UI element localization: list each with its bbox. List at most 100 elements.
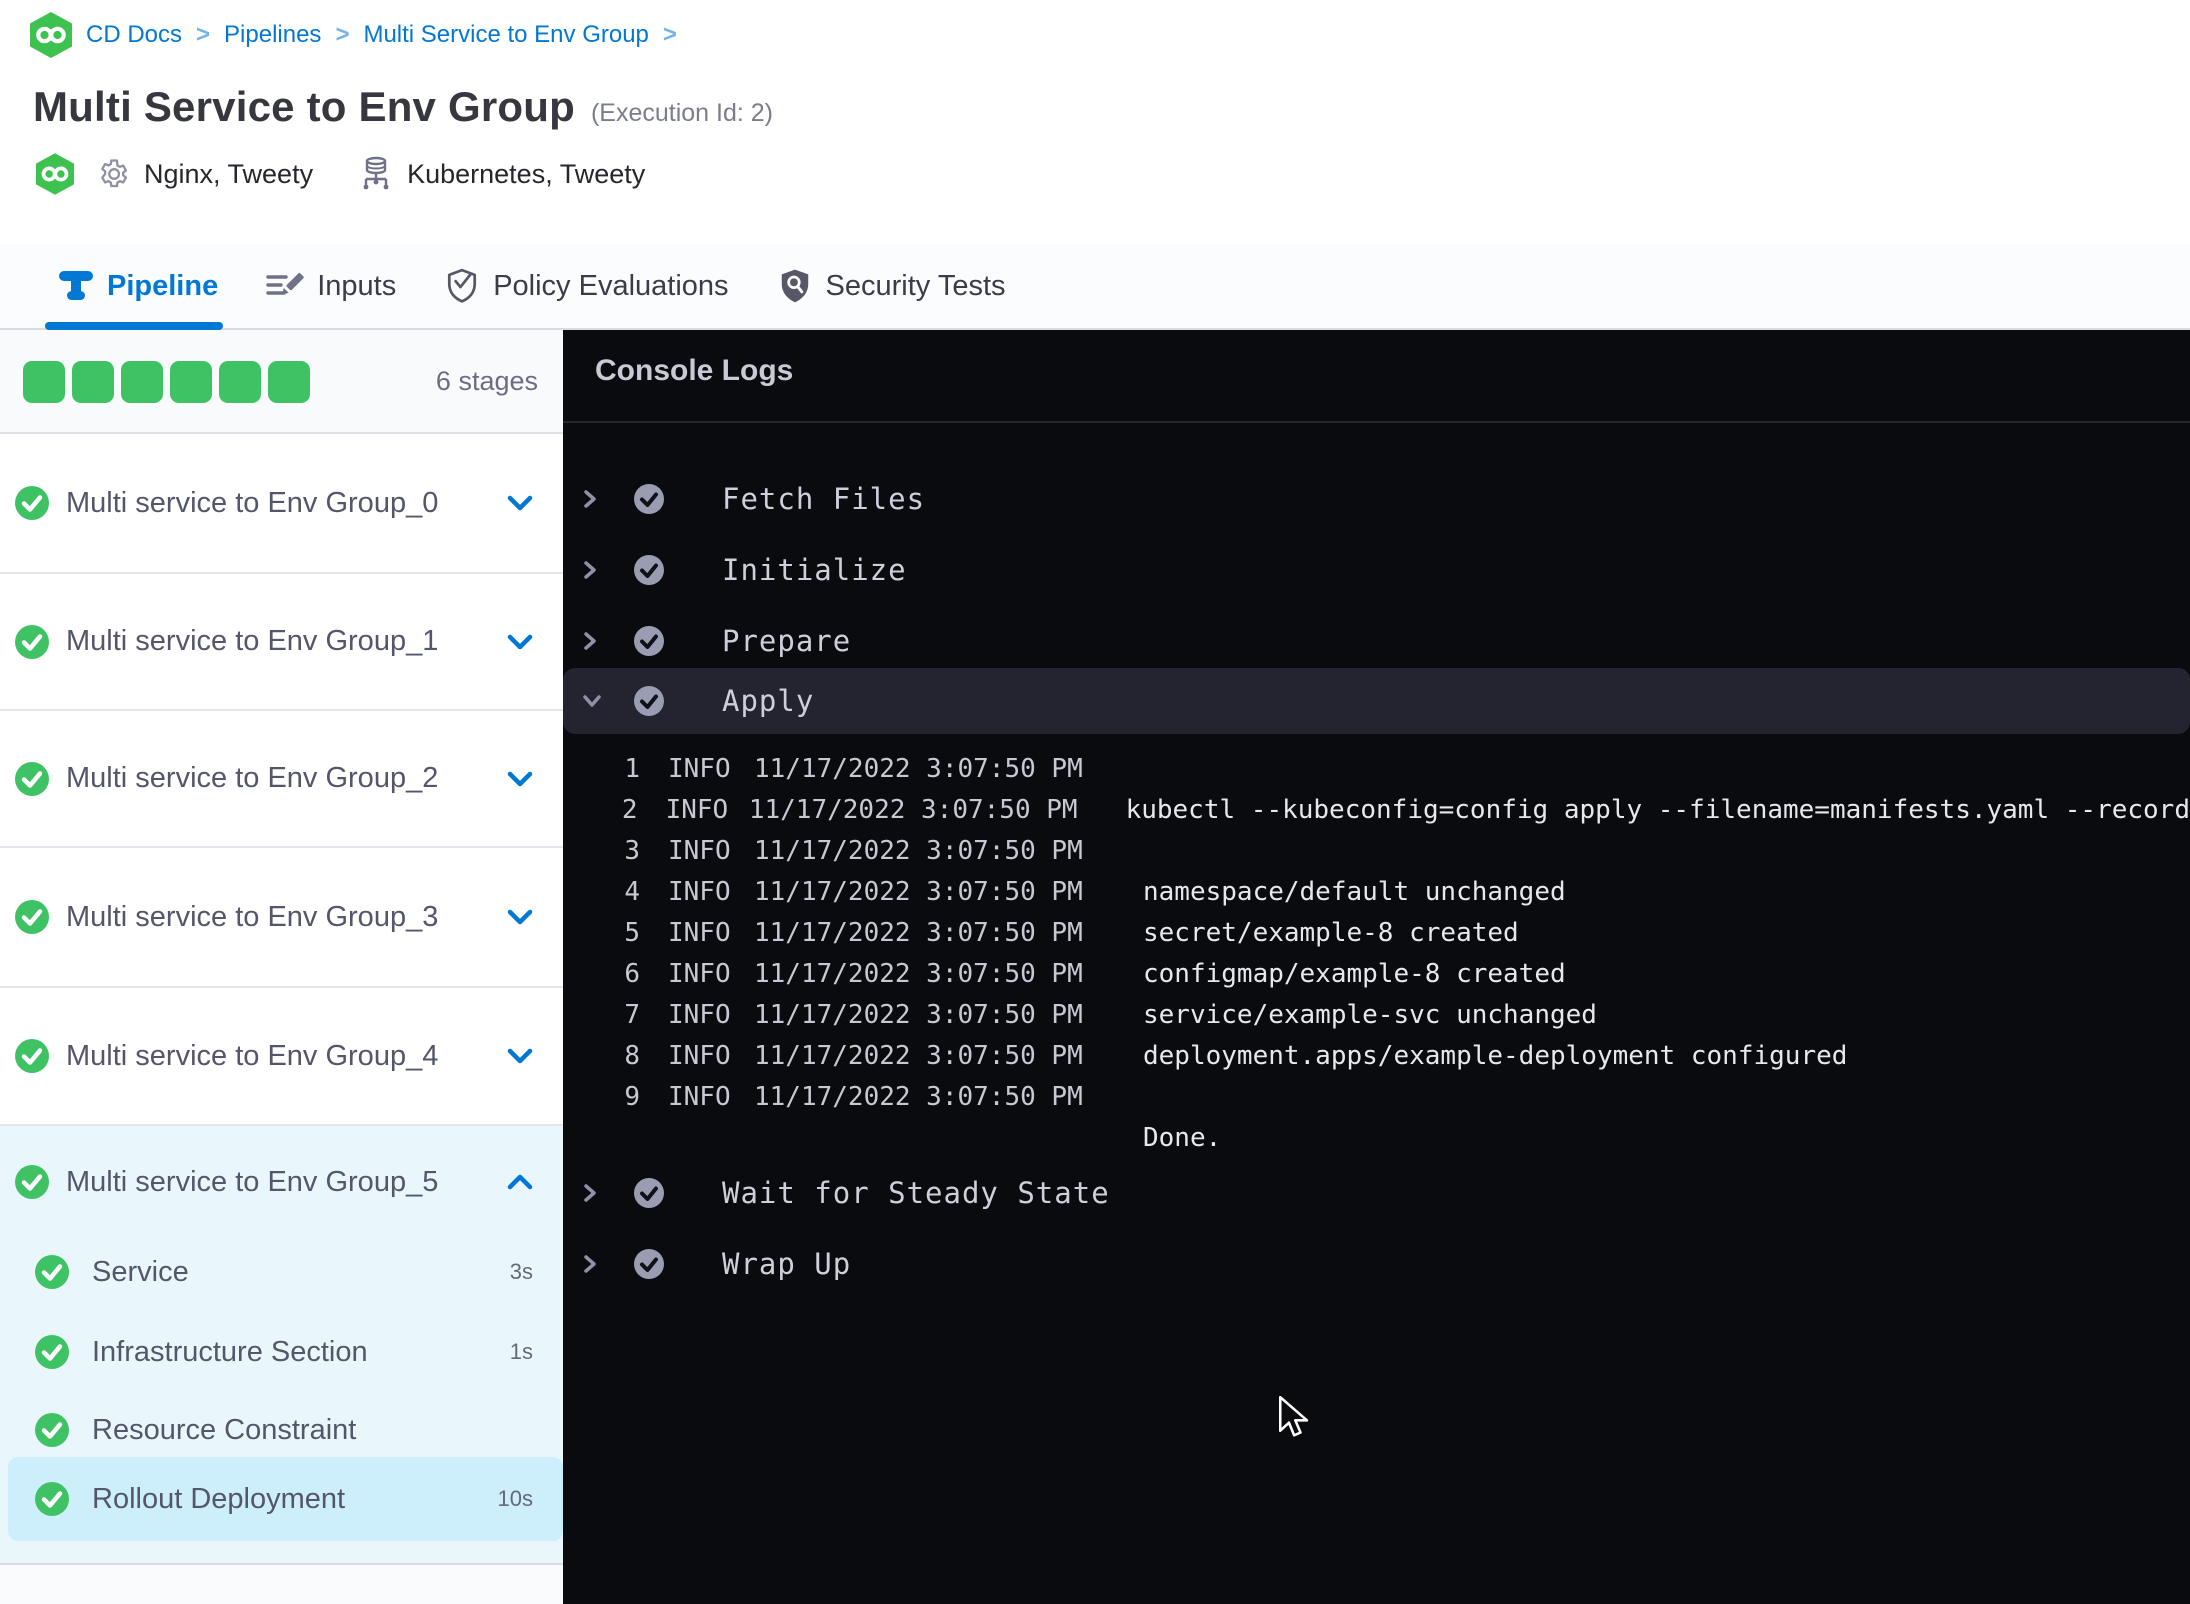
step-duration: 10s: [497, 1486, 533, 1511]
log-level: INFO: [668, 917, 731, 948]
stages-summary: 6 stages: [0, 330, 563, 434]
environments-group: Kubernetes, Tweety: [359, 156, 645, 192]
stage-row-3[interactable]: Multi service to Env Group_3: [0, 848, 563, 988]
log-line-number: 4: [624, 876, 640, 907]
log-message: kubectl --kubeconfig=config apply --file…: [1125, 794, 2190, 825]
log-timestamp: 11/17/2022 3:07:50 PM: [754, 999, 1083, 1030]
tab-inputs[interactable]: Inputs: [266, 244, 396, 328]
success-check-icon: [35, 1335, 69, 1369]
success-check-icon: [15, 625, 49, 659]
chevron-right-icon[interactable]: [583, 632, 597, 650]
console-header-divider: [563, 421, 2190, 423]
chevron-down-icon[interactable]: [507, 495, 533, 511]
breadcrumb-pipelines[interactable]: Pipelines: [224, 21, 321, 49]
chevron-up-icon[interactable]: [507, 1174, 533, 1190]
tab-policy-evaluations-label: Policy Evaluations: [493, 269, 729, 302]
log-level: INFO: [668, 1081, 731, 1112]
log-line-number: 8: [624, 1040, 640, 1071]
chevron-down-icon[interactable]: [507, 1048, 533, 1064]
page-title: Multi Service to Env Group: [33, 83, 575, 130]
step-row-service[interactable]: Service 3s: [0, 1232, 563, 1312]
chevron-right-icon[interactable]: [583, 561, 597, 579]
step-row-infrastructure[interactable]: Infrastructure Section 1s: [0, 1312, 563, 1392]
console-step-wrap-up[interactable]: Wrap Up: [563, 1231, 2190, 1297]
success-check-icon: [35, 1413, 69, 1447]
console-step-wait-for-steady-state[interactable]: Wait for Steady State: [563, 1160, 2190, 1226]
console-step-prepare[interactable]: Prepare: [563, 608, 2190, 674]
console-step-apply[interactable]: Apply: [563, 668, 2190, 734]
stage-row-1[interactable]: Multi service to Env Group_1: [0, 574, 563, 711]
log-line: 5 INFO 11/17/2022 3:07:50 PM secret/exam…: [563, 912, 2190, 953]
log-timestamp: 11/17/2022 3:07:50 PM: [754, 835, 1083, 866]
breadcrumb-separator-icon: >: [196, 21, 211, 48]
stage-square: [72, 361, 114, 403]
stage-row-5-header[interactable]: Multi service to Env Group_5: [0, 1140, 563, 1224]
environments-label: Kubernetes, Tweety: [407, 158, 646, 189]
success-check-icon: [35, 1482, 69, 1516]
tab-pipeline-label: Pipeline: [107, 269, 219, 302]
console-log-lines: 1 INFO 11/17/2022 3:07:50 PM 2 INFO 11/1…: [563, 748, 2190, 1158]
stages-panel: 6 stages Multi service to Env Group_0 Mu…: [0, 330, 563, 1604]
console-step-label: Wrap Up: [722, 1247, 852, 1281]
console-step-initialize[interactable]: Initialize: [563, 537, 2190, 603]
breadcrumb-pipeline-name[interactable]: Multi Service to Env Group: [363, 21, 648, 49]
stage-square: [268, 361, 310, 403]
chevron-down-icon[interactable]: [507, 771, 533, 787]
log-line: 8 INFO 11/17/2022 3:07:50 PM deployment.…: [563, 1035, 2190, 1076]
stage-status-squares: [23, 361, 310, 403]
log-level: INFO: [668, 958, 731, 989]
chevron-right-icon[interactable]: [583, 490, 597, 508]
step-success-icon: [634, 1178, 664, 1208]
stage-row-4[interactable]: Multi service to Env Group_4: [0, 988, 563, 1126]
step-row-resource-constraint[interactable]: Resource Constraint: [0, 1390, 563, 1470]
step-success-icon: [634, 555, 664, 585]
log-line-number: 6: [624, 958, 640, 989]
stage-row-0[interactable]: Multi service to Env Group_0: [0, 434, 563, 574]
title-row: Multi Service to Env Group (Execution Id…: [33, 83, 773, 131]
stage-name: Multi service to Env Group_4: [66, 1039, 439, 1072]
chevron-down-icon[interactable]: [507, 909, 533, 925]
log-level: INFO: [668, 1040, 731, 1071]
console-step-label: Apply: [722, 684, 815, 718]
stage-name: Multi service to Env Group_3: [66, 900, 439, 933]
breadcrumb-separator-icon: >: [335, 21, 350, 48]
log-message: service/example-svc unchanged: [1143, 999, 1597, 1030]
success-check-icon: [15, 900, 49, 934]
log-line-number: 2: [621, 794, 638, 825]
active-tab-underline: [45, 322, 223, 330]
console-logs-panel: Console Logs Fetch Files Initialize Prep…: [563, 330, 2190, 1604]
harness-cd-logo-icon: [30, 12, 72, 58]
log-timestamp: 11/17/2022 3:07:50 PM: [754, 876, 1083, 907]
chevron-down-icon[interactable]: [583, 694, 601, 708]
step-success-icon: [634, 686, 664, 716]
step-duration: 1s: [509, 1339, 533, 1364]
log-line-number: 9: [624, 1081, 640, 1112]
chevron-right-icon[interactable]: [583, 1184, 597, 1202]
log-message: deployment.apps/example-deployment confi…: [1143, 1040, 1848, 1071]
step-name: Resource Constraint: [92, 1413, 357, 1446]
stage-row-2[interactable]: Multi service to Env Group_2: [0, 711, 563, 848]
chevron-down-icon[interactable]: [507, 634, 533, 650]
stage-count-label: 6 stages: [435, 365, 538, 396]
success-check-icon: [15, 1165, 49, 1199]
chevron-right-icon[interactable]: [583, 1255, 597, 1273]
log-timestamp: 11/17/2022 3:07:50 PM: [754, 917, 1083, 948]
tab-pipeline[interactable]: Pipeline: [58, 244, 218, 328]
stage-name: Multi service to Env Group_1: [66, 625, 439, 657]
shield-check-icon: [448, 268, 477, 303]
stage-name: Multi service to Env Group_2: [66, 762, 439, 794]
success-check-icon: [35, 1255, 69, 1289]
stage-name: Multi service to Env Group_5: [66, 1165, 439, 1198]
log-line: 1 INFO 11/17/2022 3:07:50 PM: [563, 748, 2190, 789]
tab-security-tests-label: Security Tests: [825, 269, 1006, 302]
breadcrumb-cd-docs[interactable]: CD Docs: [86, 21, 182, 49]
tab-policy-evaluations[interactable]: Policy Evaluations: [444, 244, 729, 328]
console-step-label: Prepare: [722, 624, 852, 658]
tab-security-tests[interactable]: Security Tests: [777, 244, 1006, 328]
console-step-fetch-files[interactable]: Fetch Files: [563, 466, 2190, 532]
step-row-rollout-deployment[interactable]: Rollout Deployment 10s: [0, 1459, 563, 1539]
log-line: 6 INFO 11/17/2022 3:07:50 PM configmap/e…: [563, 953, 2190, 994]
log-timestamp: 11/17/2022 3:07:50 PM: [754, 753, 1083, 784]
pipeline-icon: [59, 271, 93, 300]
stage-name: Multi service to Env Group_0: [66, 486, 439, 519]
